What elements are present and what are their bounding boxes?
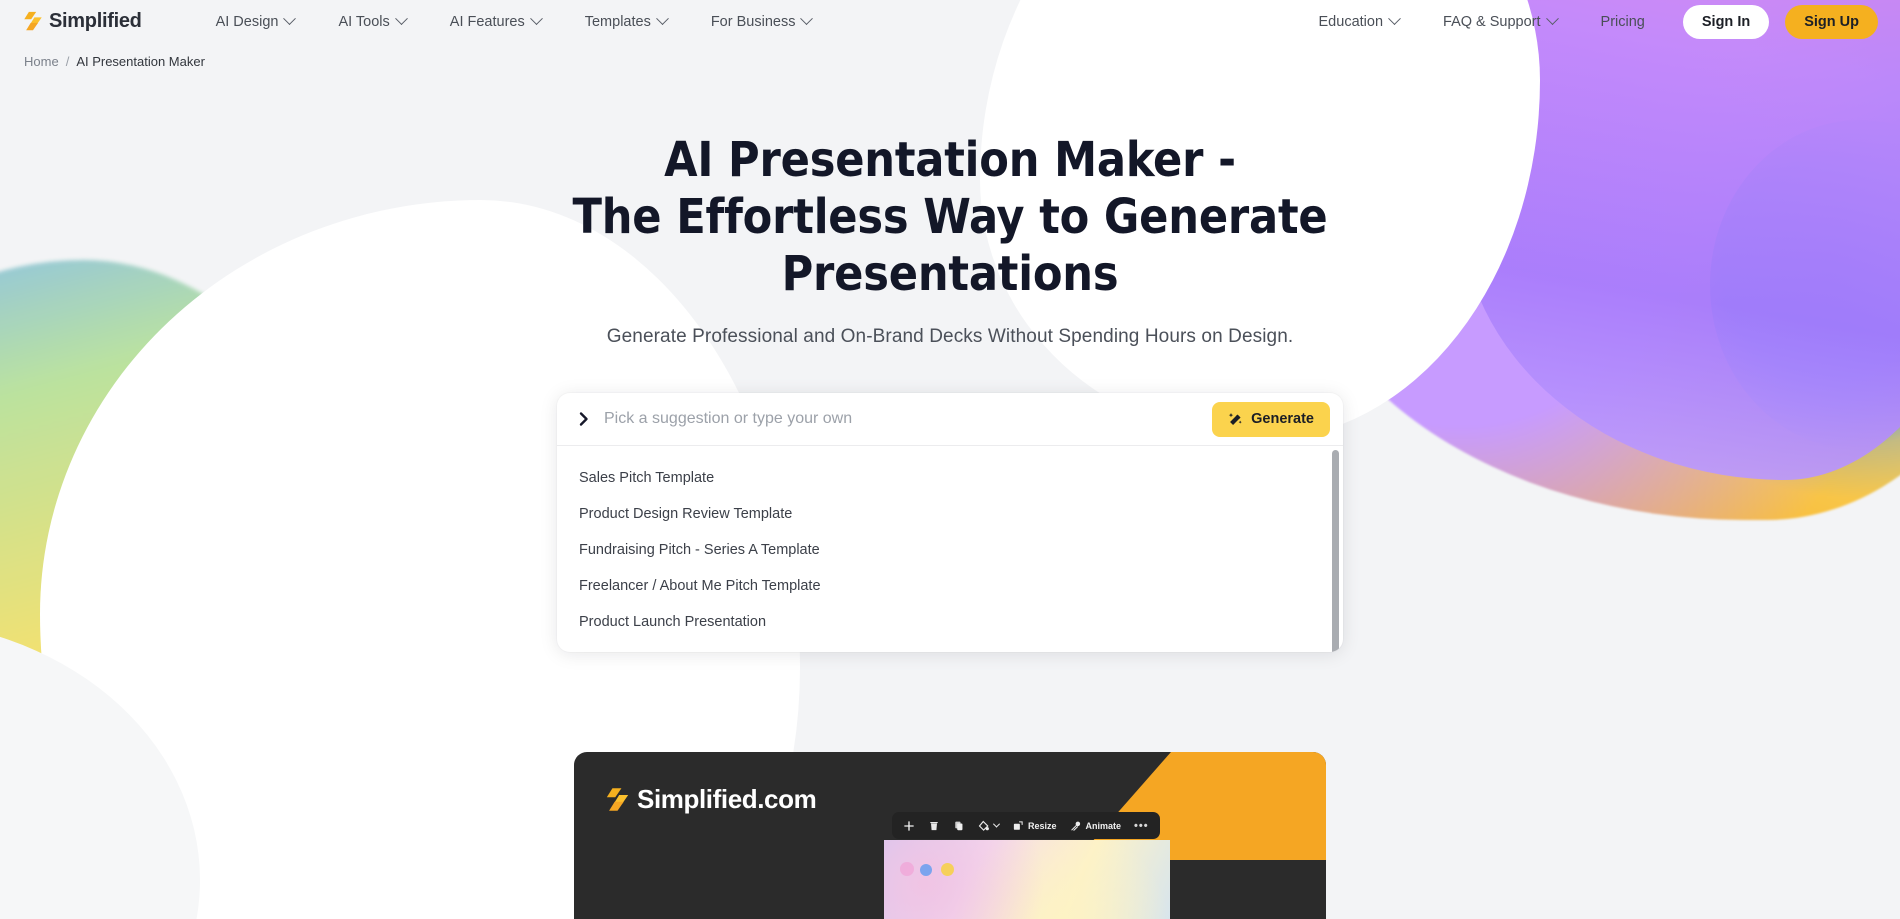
nav-links: AI Design AI Tools AI Features Templates… <box>194 12 834 30</box>
white-mask-left-lower <box>0 620 200 919</box>
color-picker-icon <box>978 820 989 831</box>
generate-button[interactable]: Generate <box>1212 401 1330 437</box>
demo-slide-canvas <box>884 840 1170 919</box>
page-title-line-1: AI Presentation Maker - <box>664 132 1236 188</box>
nav-item-ai-features[interactable]: AI Features <box>428 12 563 30</box>
chevron-down-icon <box>800 12 814 26</box>
breadcrumb-home-link[interactable]: Home <box>24 54 59 69</box>
page-subtitle: Generate Professional and On-Brand Decks… <box>606 326 1294 347</box>
resize-button[interactable]: Resize <box>1012 820 1057 832</box>
suggestion-list-scrollbar[interactable] <box>1332 450 1339 652</box>
animate-icon <box>1070 821 1080 831</box>
brand-logo[interactable]: Simplified <box>22 10 142 33</box>
simplified-logo-icon <box>24 11 42 31</box>
search-input[interactable] <box>604 410 1213 428</box>
animate-label: Animate <box>1085 820 1122 831</box>
simplified-logo-icon <box>606 787 629 811</box>
nav-label: For Business <box>710 13 796 30</box>
chevron-down-icon <box>1545 12 1559 26</box>
page-title-line-3: Presentations <box>781 246 1119 302</box>
chevron-down-icon <box>1388 12 1401 26</box>
nav-item-education[interactable]: Education <box>1297 12 1422 30</box>
suggestion-list: Sales Pitch Template Product Design Revi… <box>557 446 1343 652</box>
copy-icon[interactable] <box>953 820 965 832</box>
resize-icon <box>1013 820 1023 830</box>
demo-editor-toolbar: Resize Animate ••• <box>892 812 1160 839</box>
sign-in-button[interactable]: Sign In <box>1682 4 1770 39</box>
chevron-down-icon <box>655 12 669 26</box>
page-title-line-2: The Effortless Way to Generate <box>572 189 1328 245</box>
breadcrumb-current-page: AI Presentation Maker <box>76 54 205 69</box>
nav-right-group: Education FAQ & Support Pricing Sign In … <box>1297 4 1878 39</box>
demo-preview-card[interactable]: Simplified.com Resize Animate ••• <box>574 752 1326 919</box>
demo-brand: Simplified.com <box>604 784 817 815</box>
top-navbar: Simplified AI Design AI Tools AI Feature… <box>0 0 1900 43</box>
resize-label: Resize <box>1028 820 1057 831</box>
prompt-search-card: Generate Sales Pitch Template Product De… <box>557 393 1343 652</box>
nav-item-templates[interactable]: Templates <box>563 12 689 30</box>
trash-icon[interactable] <box>928 820 940 832</box>
nav-label: AI Design <box>215 13 279 30</box>
magic-wand-icon <box>1228 412 1242 425</box>
chevron-down-icon <box>394 12 408 26</box>
nav-item-ai-tools[interactable]: AI Tools <box>316 12 427 30</box>
chevron-down-icon <box>529 12 543 26</box>
breadcrumb-separator: / <box>65 54 70 69</box>
chevron-right-icon <box>579 412 588 426</box>
list-item[interactable]: Product Launch Presentation <box>557 604 1343 640</box>
nav-label: FAQ & Support <box>1443 13 1541 30</box>
sign-up-button[interactable]: Sign Up <box>1785 4 1878 39</box>
brand-name: Simplified <box>49 10 142 32</box>
more-options-icon[interactable]: ••• <box>1134 820 1149 832</box>
chevron-down-icon <box>283 12 297 26</box>
nav-item-pricing[interactable]: Pricing <box>1579 14 1667 30</box>
slide-dot-amber <box>941 863 954 876</box>
demo-brand-text: Simplified.com <box>637 784 817 814</box>
animate-button[interactable]: Animate <box>1070 820 1122 832</box>
nav-item-for-business[interactable]: For Business <box>689 12 834 30</box>
hero-section: AI Presentation Maker - The Effortless W… <box>0 69 1900 348</box>
prompt-search-section: Generate Sales Pitch Template Product De… <box>557 393 1343 652</box>
demo-preview-section: Simplified.com Resize Animate ••• <box>574 752 1326 919</box>
nav-item-faq-support[interactable]: FAQ & Support <box>1421 12 1579 30</box>
breadcrumb: Home / AI Presentation Maker <box>0 43 1900 69</box>
generate-button-label: Generate <box>1251 411 1314 427</box>
slide-dot-blue <box>920 864 932 876</box>
list-item[interactable]: Sales Pitch Template <box>557 460 1343 496</box>
page-title: AI Presentation Maker - The Effortless W… <box>0 136 1900 298</box>
list-item[interactable]: Product Design Review Template <box>557 496 1343 532</box>
slide-dot-pink <box>900 862 914 876</box>
prompt-search-bar: Generate <box>557 393 1343 446</box>
plus-icon[interactable] <box>903 820 915 832</box>
list-item[interactable]: Fundraising Pitch - Series A Template <box>557 532 1343 568</box>
gradient-blob-left <box>0 260 390 919</box>
color-picker-group[interactable] <box>978 820 1001 832</box>
nav-label: Templates <box>584 13 651 30</box>
nav-label: Pricing <box>1600 13 1645 30</box>
nav-item-ai-design[interactable]: AI Design <box>194 12 317 30</box>
nav-label: AI Features <box>449 13 525 30</box>
nav-label: Education <box>1318 13 1384 30</box>
list-item[interactable]: Freelancer / About Me Pitch Template <box>557 568 1343 604</box>
nav-label: AI Tools <box>338 13 390 30</box>
chevron-down-icon <box>992 820 1001 828</box>
